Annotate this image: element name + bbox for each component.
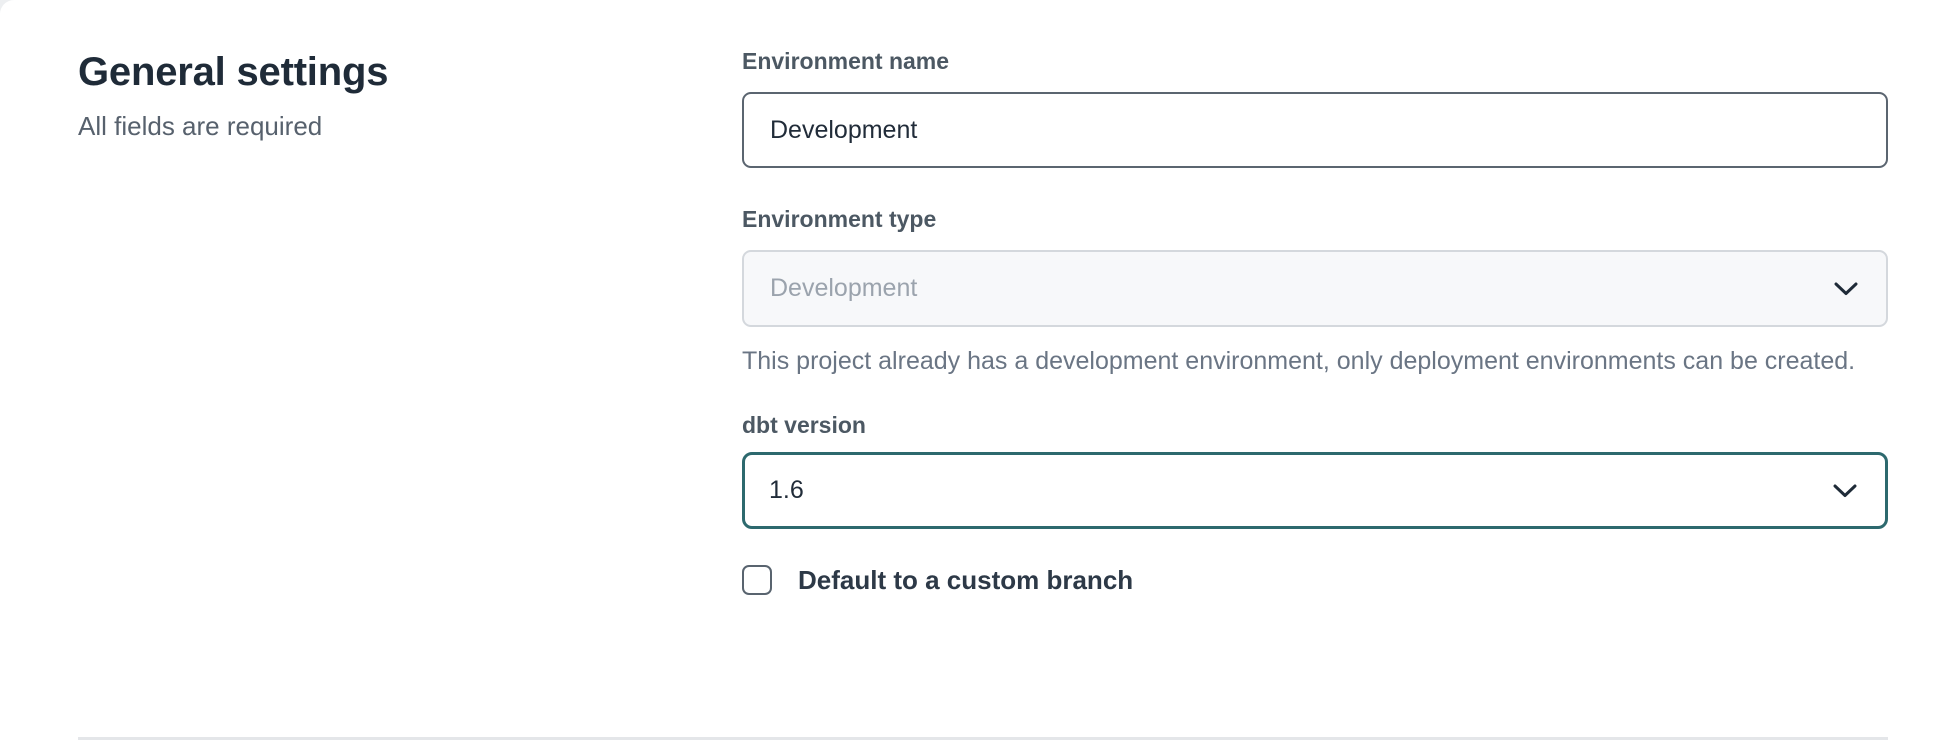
dbt-version-select-wrap: 1.6 xyxy=(742,452,1888,529)
environment-type-label: Environment type xyxy=(742,204,1888,234)
page-subtitle: All fields are required xyxy=(78,110,742,142)
custom-branch-label[interactable]: Default to a custom branch xyxy=(798,565,1133,595)
dbt-version-select[interactable]: 1.6 xyxy=(742,452,1888,529)
chevron-down-icon xyxy=(1834,282,1858,296)
settings-form: Environment name Environment type Develo… xyxy=(742,0,1888,595)
dbt-version-value: 1.6 xyxy=(769,476,804,505)
general-settings-content: General settings All fields are required… xyxy=(0,0,1958,595)
environment-type-select: Development xyxy=(742,250,1888,327)
section-intro: General settings All fields are required xyxy=(78,0,742,595)
environment-name-input[interactable] xyxy=(742,92,1888,168)
custom-branch-row: Default to a custom branch xyxy=(742,565,1888,595)
general-settings-card: General settings All fields are required… xyxy=(0,0,1958,740)
dbt-version-label: dbt version xyxy=(742,410,1888,440)
environment-type-value: Development xyxy=(770,274,917,303)
environment-name-label: Environment name xyxy=(742,46,1888,76)
chevron-down-icon xyxy=(1833,484,1857,498)
custom-branch-checkbox[interactable] xyxy=(742,565,772,595)
environment-type-helper: This project already has a development e… xyxy=(742,341,1888,382)
page-title: General settings xyxy=(78,48,742,96)
